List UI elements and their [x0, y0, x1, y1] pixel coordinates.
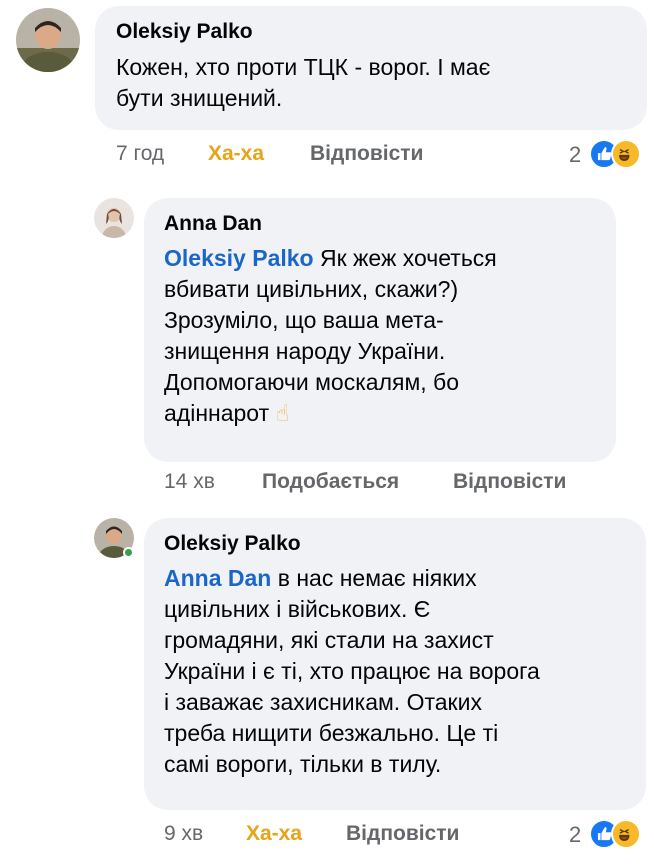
reaction-count[interactable]: 2	[569, 822, 581, 848]
haha-reaction-button[interactable]: Ха-ха	[246, 822, 302, 846]
comment-time[interactable]: 9 хв	[164, 822, 203, 846]
comment-actions: 7 год Ха-ха Відповісти	[116, 142, 516, 172]
comment-line: знищення народу України.	[164, 338, 446, 364]
comment-line: адіннарот	[164, 400, 270, 426]
reply-button[interactable]: Відповісти	[346, 822, 459, 846]
comment-line: бути знищений.	[116, 85, 283, 111]
comment-line: України і є ті, хто працює на ворога	[164, 658, 540, 684]
comment-3: Oleksiy Palko Anna Dan в нас немає ніяки…	[0, 500, 654, 868]
comment-line: Допомогаючи москалям, бо	[164, 369, 460, 395]
online-status-dot	[123, 547, 134, 558]
avatar[interactable]	[16, 8, 80, 72]
comment-line: цивільних і військових. Є	[164, 596, 431, 622]
comment-2: Anna Dan Oleksiy Palko Як жеж хочеться в…	[0, 180, 654, 500]
comment-text: Кожен, хто проти ТЦК - ворог. І має бути…	[116, 52, 490, 114]
comment-time[interactable]: 14 хв	[164, 470, 215, 494]
comment-line: Як жеж хочеться	[319, 245, 497, 271]
reaction-icons[interactable]	[589, 819, 643, 849]
comment-line: громадяни, які стали на захист	[164, 627, 494, 653]
reaction-icons[interactable]	[589, 139, 643, 169]
haha-reaction-icon	[611, 139, 641, 169]
mention-link[interactable]: Oleksiy Palko	[164, 245, 314, 271]
comment-1: Oleksiy Palko Кожен, хто проти ТЦК - вор…	[0, 0, 654, 180]
comment-line: треба нищити безжально. Це ті	[164, 720, 499, 746]
avatar[interactable]	[94, 198, 134, 238]
comment-author[interactable]: Anna Dan	[164, 212, 262, 236]
pointing-up-emoji: ☝	[275, 400, 290, 426]
mention-link[interactable]: Anna Dan	[164, 565, 271, 591]
comment-author[interactable]: Oleksiy Palko	[164, 532, 301, 556]
comment-author[interactable]: Oleksiy Palko	[116, 20, 253, 44]
comment-actions: 9 хв Ха-ха Відповісти	[164, 822, 564, 852]
reply-button[interactable]: Відповісти	[453, 470, 566, 494]
comment-time[interactable]: 7 год	[116, 142, 164, 166]
comment-line: Кожен, хто проти ТЦК - ворог. І має	[116, 54, 491, 80]
comment-text: Oleksiy Palko Як жеж хочеться вбивати ци…	[164, 243, 497, 429]
like-button[interactable]: Подобається	[262, 470, 399, 494]
comment-line: і заважає захисникам. Отаких	[164, 689, 482, 715]
comment-line: Зрозуміло, що ваша мета-	[164, 307, 444, 333]
comment-text: Anna Dan в нас немає ніяких цивільних і …	[164, 563, 540, 780]
reaction-count[interactable]: 2	[569, 142, 581, 168]
comment-line: самі вороги, тільки в тилу.	[164, 751, 442, 777]
comment-actions: 14 хв Подобається Відповісти	[164, 470, 624, 500]
comment-line: в нас немає ніяких	[277, 565, 477, 591]
comment-line: вбивати цивільних, скажи?)	[164, 276, 459, 302]
haha-reaction-icon	[611, 819, 641, 849]
reply-button[interactable]: Відповісти	[310, 142, 423, 166]
haha-reaction-button[interactable]: Ха-ха	[208, 142, 264, 166]
